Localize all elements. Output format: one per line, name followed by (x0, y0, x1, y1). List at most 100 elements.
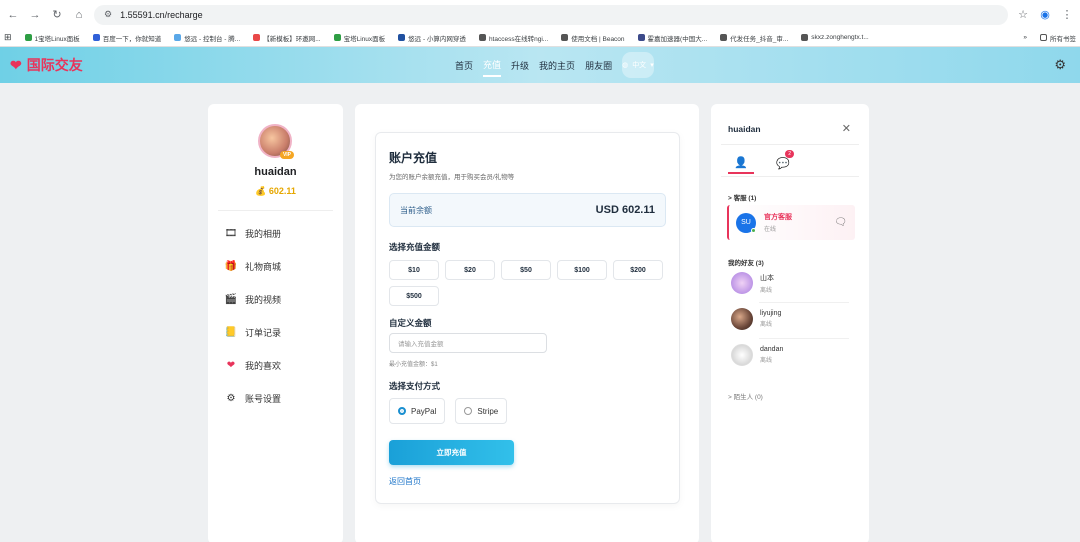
amount-option[interactable]: $100 (557, 260, 607, 280)
chat-panel: huaidan ✕ 👤 💬 2 > 客服 (1) SU 官方客服 在线 🗨 我的好… (711, 104, 869, 542)
amount-option[interactable]: $10 (389, 260, 439, 280)
nav-moments[interactable]: 朋友圈 (585, 55, 612, 76)
gear-icon[interactable]: ⚙ (1054, 57, 1066, 73)
profile-icon[interactable]: ◉ (1038, 8, 1052, 22)
divider (759, 338, 849, 339)
amount-section-title: 选择充值金额 (389, 242, 441, 252)
list-item[interactable]: 山本 离线 (731, 268, 851, 298)
message-icon: 💬 (776, 157, 790, 170)
balance-label: 当前余额 (400, 205, 432, 215)
radio-selected[interactable] (398, 407, 406, 415)
page-title: 账户充值 (389, 151, 438, 165)
bookmark-star-icon[interactable]: ☆ (1016, 8, 1030, 22)
page-subtitle: 为您的账户余额充值，用于购买会员/礼物等 (389, 174, 515, 181)
menu-item-likes[interactable]: ❤ 我的喜欢 (225, 358, 281, 372)
submit-recharge-button[interactable]: 立即充值 (389, 440, 514, 465)
amount-option[interactable]: $50 (501, 260, 551, 280)
bookmark-item[interactable]: 霍嘉加速器(中国大... (637, 33, 707, 43)
address-bar[interactable]: ⚙ 1.55591.cn/recharge (94, 4, 1008, 25)
money-bag-icon: 💰 (255, 186, 267, 196)
heart-icon: ❤ (226, 359, 236, 371)
back-arrow-icon[interactable]: ← (6, 8, 20, 22)
recharge-panel: 账户充值 为您的账户余额充值，用于购买会员/礼物等 当前余额 USD 602.1… (355, 104, 699, 542)
amount-option[interactable]: $500 (389, 286, 439, 306)
bookmark-item[interactable]: 【新模板】环邀网... (253, 33, 321, 43)
custom-amount-input[interactable]: 请输入充值金额 (389, 333, 547, 353)
browser-menu-icon[interactable]: ⋮ (1060, 8, 1074, 22)
amount-option[interactable]: $200 (613, 260, 663, 280)
chat-tabs: 👤 💬 2 (728, 150, 796, 174)
bookmarks-bar: ⊞ 1宝塔Linux面板 百度一下，你就知道 悠远 - 控制台 - 腾... 【… (0, 29, 1080, 47)
bookmark-item[interactable]: 1宝塔Linux面板 (24, 33, 80, 43)
friends-group-header[interactable]: 我的好友 (3) (728, 257, 764, 267)
nav-home[interactable]: 首页 (455, 55, 473, 76)
recharge-card: 账户充值 为您的账户余额充值，用于购买会员/礼物等 当前余额 USD 602.1… (375, 132, 680, 504)
bookmark-item[interactable]: 宝塔Linux面板 (333, 33, 385, 43)
unread-badge: 2 (785, 150, 794, 158)
contact-official-service[interactable]: SU 官方客服 在线 🗨 (727, 205, 855, 240)
current-balance-box: 当前余额 USD 602.11 (389, 193, 666, 227)
video-icon: 🎬 (224, 293, 238, 305)
nav-my-homepage[interactable]: 我的主页 (539, 55, 575, 76)
radio-unselected[interactable] (464, 407, 473, 415)
apps-grid-icon[interactable]: ⊞ (4, 32, 12, 43)
bookmark-item[interactable]: 代发任务_抖音_审... (720, 33, 788, 43)
menu-item-album[interactable]: 🎞 我的相册 (225, 226, 281, 240)
online-dot (751, 227, 756, 233)
divider (721, 176, 859, 177)
menu-item-orders[interactable]: 📒 订单记录 (225, 325, 281, 339)
all-bookmarks[interactable]: 所有书签 (1040, 33, 1076, 43)
bookmark-item[interactable]: 使用文档 | Beacon (561, 33, 625, 43)
bookmark-item[interactable]: 百度一下，你就知道 (92, 33, 161, 43)
back-home-link[interactable]: 返回首页 (389, 476, 421, 487)
nav-upgrade[interactable]: 升级 (511, 55, 529, 76)
reload-icon[interactable]: ↻ (50, 8, 64, 22)
site-info-icon[interactable]: ⚙ (104, 9, 112, 20)
avatar (731, 272, 753, 294)
avatar: SU (736, 212, 756, 233)
menu-item-account-settings[interactable]: ⚙ 账号设置 (225, 391, 282, 405)
main-content: VIP huaidan 💰 602.11 🎞 我的相册 🎁 礼物商城 🎬 我的视频 📒… (0, 83, 1080, 542)
globe-icon: ◍ (622, 62, 629, 69)
logo[interactable]: ❤ 国际交友 (10, 55, 83, 75)
payment-option-stripe[interactable]: Stripe (455, 398, 508, 424)
min-amount-note: 最小充值金额：$1 (389, 362, 438, 368)
list-item[interactable]: liyujing 离线 (731, 304, 851, 334)
forward-arrow-icon[interactable]: → (28, 8, 42, 22)
profile-menu: 🎞 我的相册 🎁 礼物商城 🎬 我的视频 📒 订单记录 ❤ 我的喜欢 ⚙ 账号设置 (225, 226, 281, 405)
profile-balance: 💰 602.11 (255, 186, 296, 196)
list-item[interactable]: dandan 离线 (731, 340, 851, 370)
order-icon: 📒 (224, 326, 238, 338)
nav-recharge[interactable]: 充值 (483, 54, 502, 77)
close-icon[interactable]: ✕ (842, 122, 851, 135)
settings-icon: ⚙ (226, 392, 236, 404)
bookmark-item[interactable]: 悠远 - 小算内网穿透 (398, 33, 466, 43)
vip-badge: VIP (279, 151, 294, 159)
avatar (731, 308, 753, 330)
bookmark-item[interactable]: htaccess在线转ngi... (478, 33, 548, 43)
payment-option-paypal[interactable]: PayPal (389, 398, 446, 424)
language-selector[interactable]: ◍ 中文 ▾ (622, 52, 654, 78)
browser-toolbar: ← → ↻ ⌂ ⚙ 1.55591.cn/recharge ☆ ◉ ⋮ (0, 0, 1080, 29)
divider (721, 144, 859, 145)
service-group-header[interactable]: > 客服 (1) (728, 192, 756, 202)
amount-option[interactable]: $20 (445, 260, 495, 280)
bookmark-item[interactable]: skxz.zonghengtx.t... (801, 34, 869, 41)
tab-messages[interactable]: 💬 2 (770, 150, 796, 174)
home-icon[interactable]: ⌂ (72, 8, 86, 22)
menu-item-gift-shop[interactable]: 🎁 礼物商城 (225, 259, 281, 273)
payment-options: PayPal Stripe (389, 398, 508, 424)
heart-logo-icon: ❤ (10, 56, 22, 73)
strangers-group-header[interactable]: > 陌生人 (0) (728, 391, 763, 401)
contact-name: 官方客服 (764, 214, 792, 221)
menu-item-videos[interactable]: 🎬 我的视频 (225, 292, 281, 306)
custom-amount-title: 自定义金额 (389, 318, 432, 328)
avatar (731, 344, 753, 366)
avatar[interactable]: VIP (258, 124, 294, 159)
more-bookmarks-icon[interactable]: » (1023, 34, 1027, 41)
tab-contacts[interactable]: 👤 (728, 152, 754, 174)
divider (759, 302, 849, 303)
balance-value: USD 602.11 (595, 204, 655, 216)
bookmark-item[interactable]: 悠远 - 控制台 - 腾... (174, 33, 240, 43)
chat-bubble-icon[interactable]: 🗨 (834, 217, 847, 228)
